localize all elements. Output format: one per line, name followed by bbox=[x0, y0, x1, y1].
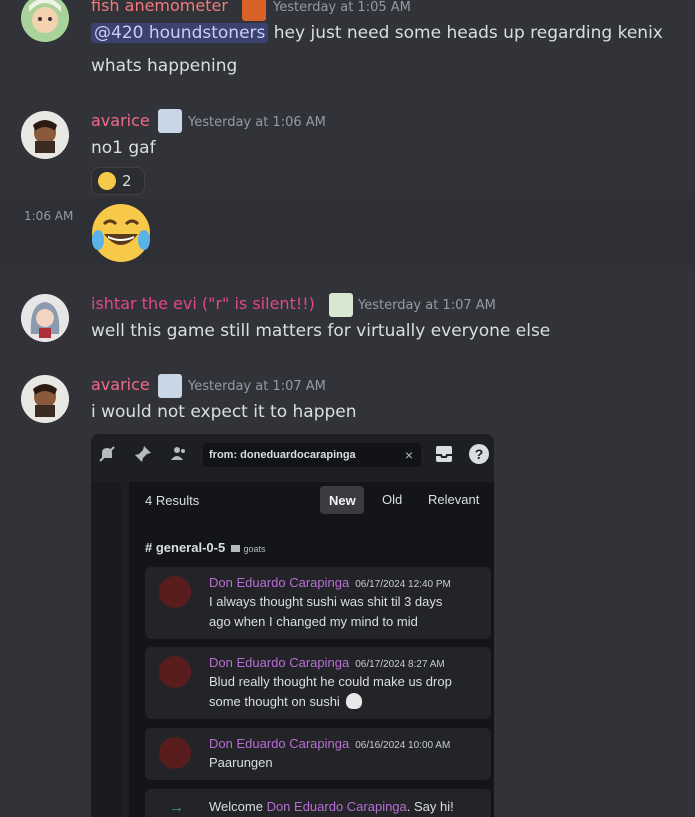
laughing-emoji-icon bbox=[92, 204, 150, 262]
reaction-count: 2 bbox=[122, 172, 132, 190]
avatar[interactable] bbox=[21, 375, 69, 423]
result-text: Paarungen bbox=[209, 755, 273, 770]
tab-relevant[interactable]: Relevant bbox=[428, 492, 479, 507]
message-text: hey just need some heads up regarding ke… bbox=[273, 23, 663, 43]
join-arrow-icon: → bbox=[169, 799, 184, 816]
results-count: 4 Results bbox=[145, 493, 200, 508]
welcome-prefix: Welcome bbox=[209, 799, 267, 814]
role-icon bbox=[158, 109, 182, 133]
avatar[interactable] bbox=[21, 294, 69, 342]
result-author[interactable]: Don Eduardo Carapinga bbox=[209, 575, 349, 590]
avatar bbox=[159, 737, 191, 769]
pin-icon[interactable] bbox=[133, 444, 153, 464]
avatar bbox=[159, 576, 191, 608]
author-name[interactable]: ishtar the evi ("r" is silent!!) bbox=[91, 294, 315, 313]
search-query: from: doneduardocarapinga bbox=[209, 449, 356, 461]
role-icon bbox=[158, 374, 182, 398]
svg-text:?: ? bbox=[475, 446, 484, 462]
help-icon[interactable]: ? bbox=[469, 444, 489, 464]
tab-new-label: New bbox=[329, 493, 356, 508]
message-timestamp: Yesterday at 1:07 AM bbox=[358, 298, 496, 313]
result-author[interactable]: Don Eduardo Carapinga bbox=[209, 655, 349, 670]
category-name: goats bbox=[243, 544, 266, 554]
welcome-name[interactable]: Don Eduardo Carapinga bbox=[267, 799, 407, 814]
members-icon[interactable] bbox=[169, 444, 189, 464]
sidebar-strip bbox=[91, 482, 121, 817]
laughing-emoji-icon bbox=[98, 172, 116, 190]
message-timestamp: 1:06 AM bbox=[24, 209, 74, 223]
message-timestamp: Yesterday at 1:05 AM bbox=[273, 0, 411, 15]
search-toolbar: from: doneduardocarapinga × ? bbox=[91, 434, 494, 474]
result-date: 06/16/2024 10:00 AM bbox=[355, 740, 451, 751]
role-icon bbox=[242, 0, 266, 21]
author-name[interactable]: avarice bbox=[91, 375, 150, 394]
result-date: 06/17/2024 8:27 AM bbox=[355, 659, 445, 670]
avatar[interactable] bbox=[21, 111, 69, 159]
search-result-card[interactable]: → Welcome Don Eduardo Carapinga. Say hi! bbox=[145, 789, 491, 817]
channel-header: # general-0-5 goats bbox=[145, 540, 265, 555]
message-timestamp: Yesterday at 1:06 AM bbox=[188, 115, 326, 130]
welcome-suffix: . Say hi! bbox=[406, 799, 454, 814]
search-result-card[interactable]: Don Eduardo Carapinga 06/17/2024 12:40 PM… bbox=[145, 567, 491, 639]
search-result-card[interactable]: Don Eduardo Carapinga 06/16/2024 10:00 AM… bbox=[145, 728, 491, 780]
role-icon bbox=[329, 293, 353, 317]
skull-icon bbox=[346, 693, 363, 709]
author-name[interactable]: avarice bbox=[91, 111, 150, 130]
message-hover-row[interactable]: 1:06 AM bbox=[0, 199, 695, 265]
search-result-card[interactable]: Don Eduardo Carapinga 06/17/2024 8:27 AM … bbox=[145, 647, 491, 719]
inbox-icon[interactable] bbox=[435, 445, 453, 463]
result-text: some thought on sushi bbox=[209, 694, 340, 709]
message-text: well this game still matters for virtual… bbox=[91, 321, 551, 341]
result-text-line: some thought on sushi bbox=[209, 692, 363, 712]
welcome-message: Welcome Don Eduardo Carapinga. Say hi! bbox=[209, 797, 454, 817]
mute-bell-icon[interactable] bbox=[97, 444, 117, 464]
search-input[interactable]: from: doneduardocarapinga × bbox=[203, 443, 421, 467]
result-author-line: Don Eduardo Carapinga 06/17/2024 12:40 PM bbox=[209, 575, 451, 590]
result-text: Blud really thought he could make us dro… bbox=[209, 674, 452, 689]
result-text: I always thought sushi was shit til 3 da… bbox=[209, 594, 443, 609]
folder-icon bbox=[230, 545, 240, 552]
message-text: i would not expect it to happen bbox=[91, 402, 357, 422]
message-timestamp: Yesterday at 1:07 AM bbox=[188, 379, 326, 394]
tab-old[interactable]: Old bbox=[382, 492, 402, 507]
channel-name[interactable]: # general-0-5 bbox=[145, 540, 225, 555]
result-author-line: Don Eduardo Carapinga 06/17/2024 8:27 AM bbox=[209, 655, 445, 670]
mention[interactable]: @420 houndstoners bbox=[91, 23, 269, 43]
result-text: ago when I changed my mind to mid bbox=[209, 614, 418, 629]
message-text: no1 gaf bbox=[91, 138, 156, 158]
author-name[interactable]: fish anemometer bbox=[91, 0, 228, 15]
message-content: @420 houndstoners hey just need some hea… bbox=[91, 23, 663, 43]
result-date: 06/17/2024 12:40 PM bbox=[355, 579, 451, 590]
reaction-button[interactable]: 2 bbox=[91, 167, 145, 195]
result-author-line: Don Eduardo Carapinga 06/16/2024 10:00 AM bbox=[209, 736, 450, 751]
avatar bbox=[159, 656, 191, 688]
avatar[interactable] bbox=[21, 0, 69, 42]
result-author[interactable]: Don Eduardo Carapinga bbox=[209, 736, 349, 751]
image-attachment[interactable]: from: doneduardocarapinga × ? 4 Results … bbox=[91, 434, 494, 817]
message-text: whats happening bbox=[91, 56, 238, 76]
clear-search-icon[interactable]: × bbox=[405, 443, 413, 467]
